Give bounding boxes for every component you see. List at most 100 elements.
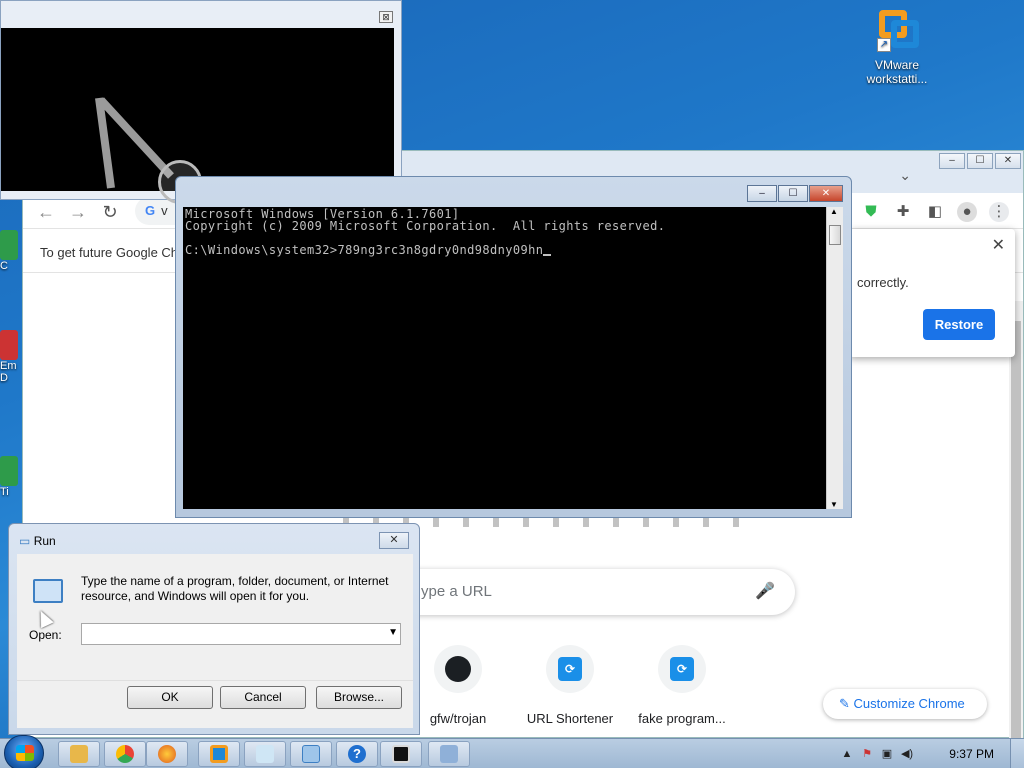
search-input[interactable]: ype a URL 🎤 (363, 569, 795, 615)
desktop-icon-vmware[interactable]: ↗ VMware workstatti... (860, 6, 934, 86)
close-button[interactable]: ✕ (995, 153, 1021, 169)
volume-icon[interactable]: ◀) (900, 747, 914, 761)
console-prompt-line: C:\Windows\system32>789ng3rc3n8gdry0nd98… (185, 244, 824, 256)
magnifier-view (1, 28, 394, 191)
cmd-console[interactable]: Microsoft Windows [Version 6.1.7601] Cop… (183, 207, 826, 509)
taskbar-help[interactable]: ? (336, 741, 378, 767)
system-tray: ▲ ⚑ ▣ ◀) (834, 739, 1024, 768)
vmware-icon: ↗ (873, 6, 921, 54)
taskbar-cmd[interactable] (380, 741, 422, 767)
desktop-label: Em (0, 360, 17, 372)
magnifier-window: ⊠ (0, 0, 402, 200)
restore-message: correctly. (857, 275, 909, 290)
cmd-scrollbar[interactable]: ▲ ▼ (826, 207, 843, 509)
taskbar: ? ▲ ⚑ ▣ ◀) 9:37 PM (0, 735, 1024, 768)
show-desktop-button[interactable] (1010, 739, 1024, 768)
show-hidden-icons-icon[interactable]: ▲ (840, 747, 854, 761)
network-icon[interactable]: ▣ (880, 747, 894, 761)
firefox-icon (158, 745, 176, 763)
windows-logo-icon (16, 745, 34, 761)
notepad-icon (256, 745, 274, 763)
taskbar-magnifier[interactable] (428, 741, 470, 767)
shortcut-arrow-icon: ↗ (877, 38, 891, 52)
action-center-icon[interactable]: ⚑ (860, 747, 874, 761)
app-icon[interactable] (0, 330, 18, 360)
desktop-label: Ti (0, 486, 9, 498)
app-icon[interactable] (0, 456, 18, 486)
help-icon: ? (348, 745, 366, 763)
vmware-icon (210, 745, 228, 763)
cmd-icon (392, 745, 410, 763)
run-close-button[interactable]: ✕ (379, 532, 409, 549)
ok-button[interactable]: OK (127, 686, 213, 709)
info-bar-text: To get future Google Ch (40, 245, 179, 260)
profile-avatar-icon[interactable]: ● (957, 202, 977, 222)
browse-button[interactable]: Browse... (316, 686, 402, 709)
run-title-icon: ▭ (19, 534, 31, 548)
restore-button[interactable]: Restore (923, 309, 995, 340)
shortcut-label: fake program... (638, 711, 726, 726)
open-label: Open: (29, 628, 62, 642)
console-line: Copyright (c) 2009 Microsoft Corporation… (185, 219, 666, 233)
taskbar-chrome[interactable] (104, 741, 146, 767)
cmd-minimize-button[interactable]: ‒ (747, 185, 777, 202)
app-icon[interactable] (0, 230, 18, 260)
close-icon[interactable]: ✕ (992, 235, 1005, 255)
start-button[interactable] (4, 735, 44, 768)
taskbar-run[interactable] (290, 741, 332, 767)
extensions-puzzle-icon[interactable]: ✚ (893, 202, 913, 222)
cancel-button[interactable]: Cancel (220, 686, 306, 709)
taskbar-firefox[interactable] (146, 741, 188, 767)
taskbar-vmware[interactable] (198, 741, 240, 767)
maximize-button[interactable]: ☐ (967, 153, 993, 169)
desktop-icons-partial: C Em D Ti (0, 230, 24, 510)
shortcut-label: URL Shortener (526, 711, 614, 726)
open-combobox[interactable]: ▼ (81, 623, 401, 645)
cmd-scrollbar-thumb[interactable] (829, 225, 841, 245)
minimize-button[interactable]: ‒ (939, 153, 965, 169)
cmd-maximize-button[interactable]: ☐ (778, 185, 808, 202)
tab-search-chevron-icon[interactable]: ⌄ (899, 167, 911, 184)
forward-arrow-icon[interactable]: → (67, 201, 89, 223)
google-icon: G (145, 203, 156, 218)
shortcut-tile[interactable]: ⟳ URL Shortener (505, 645, 635, 726)
scrollbar-thumb[interactable] (1011, 321, 1021, 751)
desktop-label: C (0, 260, 8, 272)
restore-popup: ✕ correctly. Restore (849, 229, 1015, 357)
microphone-icon[interactable]: 🎤 (755, 569, 775, 615)
magnifier-close-button[interactable]: ⊠ (379, 11, 393, 23)
customize-chrome-button[interactable]: ✎ Customize Chrome (823, 689, 987, 719)
run-dialog: ▭ Run ✕ Type the name of a program, fold… (8, 523, 420, 735)
cmd-close-button[interactable]: ✕ (809, 185, 843, 202)
taskbar-explorer[interactable] (58, 741, 100, 767)
link-icon: ⟳ (558, 657, 582, 681)
desktop-label: D (0, 372, 8, 384)
back-arrow-icon[interactable]: ← (35, 201, 57, 223)
shortcut-tile[interactable]: ⟳ fake program... (617, 645, 747, 726)
scroll-up-arrow-icon[interactable]: ▲ (830, 207, 838, 216)
desktop-icon-label: VMware workstatti... (866, 58, 928, 86)
cmd-window: ‒ ☐ ✕ Microsoft Windows [Version 6.1.760… (175, 176, 852, 518)
ublock-extension-icon[interactable]: ⛊ (861, 202, 881, 222)
omnibox-text: v (161, 203, 168, 218)
text-cursor (543, 254, 552, 256)
run-description: Type the name of a program, folder, docu… (81, 574, 389, 603)
reload-icon[interactable]: ↻ (99, 201, 121, 223)
scrollbar[interactable] (1009, 301, 1023, 751)
scroll-down-arrow-icon[interactable]: ▼ (830, 500, 838, 509)
taskbar-notepad[interactable] (244, 741, 286, 767)
side-panel-icon[interactable]: ◧ (925, 202, 945, 222)
console-input-text: C:\Windows\system32>789ng3rc3n8gdry0nd98… (185, 243, 544, 257)
customize-label: Customize Chrome (853, 696, 965, 711)
run-program-icon (33, 579, 63, 603)
run-title: ▭ Run (19, 534, 56, 548)
folder-icon (70, 745, 88, 763)
link-icon: ⟳ (670, 657, 694, 681)
clock[interactable]: 9:37 PM (949, 747, 994, 761)
menu-kebab-icon[interactable]: ⋮ (989, 202, 1009, 222)
magnified-content (95, 97, 174, 189)
pencil-icon: ✎ (839, 696, 850, 711)
github-icon (445, 656, 471, 682)
run-icon (302, 745, 320, 763)
dropdown-arrow-icon[interactable]: ▼ (388, 627, 398, 638)
